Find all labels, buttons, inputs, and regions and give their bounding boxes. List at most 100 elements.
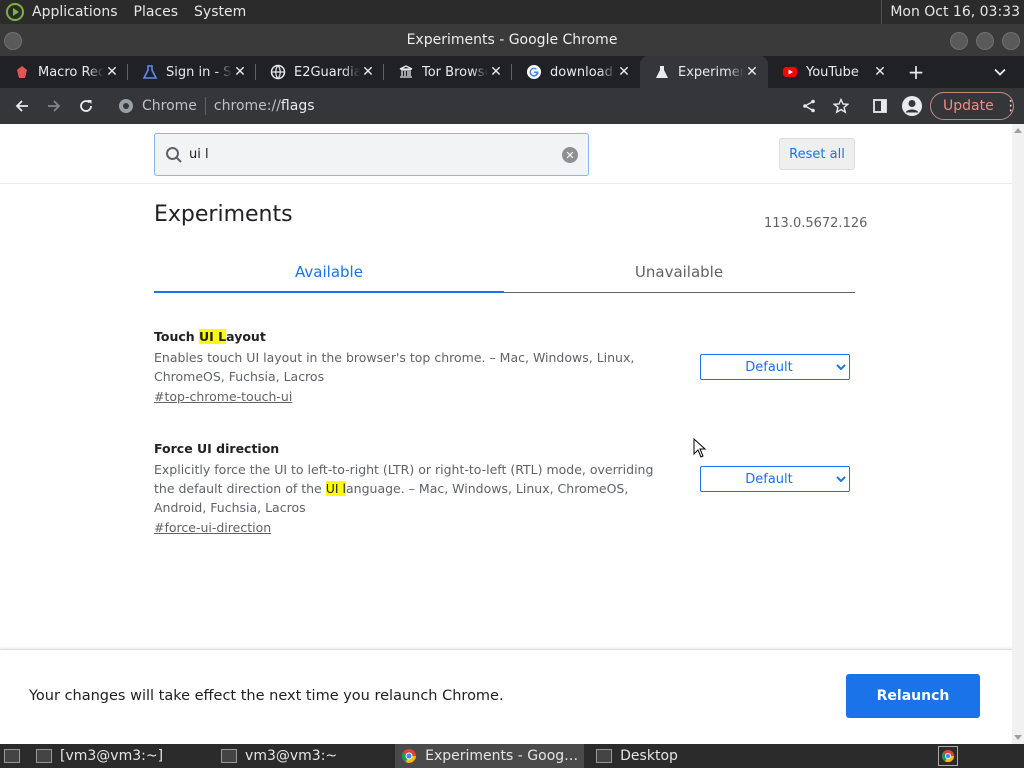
tab-experiments[interactable]: Experiments ✕: [640, 56, 768, 88]
scroll-down-arrow-icon[interactable]: [1014, 735, 1022, 740]
taskbar-item-desktop[interactable]: Desktop: [590, 744, 684, 768]
tab-title: Experiments: [678, 64, 744, 80]
tab-e2guardian[interactable]: E2Guardian ✕: [256, 56, 384, 88]
bottom-taskbar: [vm3@vm3:~] vm3@vm3:~ Experiments - Goog…: [0, 744, 1024, 768]
tab-close-icon[interactable]: ✕: [360, 64, 376, 80]
tab-unavailable[interactable]: Unavailable: [504, 252, 854, 292]
system-top-panel: Applications Places System Mon Oct 16, 0…: [0, 0, 1024, 24]
macro-icon: [14, 64, 30, 80]
flags-tabs: Available Unavailable: [154, 252, 855, 293]
search-icon: [166, 146, 182, 163]
tab-title: download: [550, 64, 613, 80]
mouse-cursor-icon: [693, 438, 707, 458]
new-tab-plus-icon[interactable]: +: [902, 58, 930, 86]
menu-system[interactable]: System: [186, 0, 254, 24]
browser-toolbar: Chrome chrome://flags Update ⋮: [0, 88, 1024, 124]
tab-sign-in[interactable]: Sign in - Se ✕: [128, 56, 256, 88]
site-info-chip[interactable]: Chrome: [110, 97, 206, 115]
search-match-highlight: UI L: [199, 329, 227, 344]
tab-download[interactable]: download ✕: [512, 56, 640, 88]
tab-close-icon[interactable]: ✕: [744, 64, 760, 80]
chrome-icon: [941, 749, 955, 763]
site-label: Chrome: [142, 98, 197, 114]
flag-permalink[interactable]: #top-chrome-touch-ui: [154, 389, 292, 404]
clock[interactable]: Mon Oct 16, 03:33: [881, 0, 1024, 24]
chevron-down-icon[interactable]: [990, 62, 1010, 82]
relaunch-button[interactable]: Relaunch: [846, 674, 980, 718]
search-input[interactable]: [189, 147, 549, 162]
reload-icon[interactable]: [70, 90, 102, 122]
tab-close-icon[interactable]: ✕: [104, 64, 120, 80]
tab-close-icon[interactable]: ✕: [488, 64, 504, 80]
update-button[interactable]: Update ⋮: [930, 92, 1018, 120]
taskbar-item-label: [vm3@vm3:~]: [60, 748, 164, 764]
tab-title: E2Guardian: [294, 64, 360, 80]
page-scrollbar[interactable]: [1012, 124, 1024, 744]
flag-permalink[interactable]: #force-ui-direction: [154, 520, 271, 535]
flags-search-box[interactable]: ✕: [154, 133, 589, 176]
profile-avatar-icon[interactable]: [896, 90, 928, 122]
relaunch-message: Your changes will take effect the next t…: [29, 688, 504, 704]
tab-title: Sign in - Se: [166, 64, 232, 80]
desktop-icon: [4, 749, 20, 763]
flag-state-select[interactable]: Default: [700, 466, 850, 492]
tor-icon: [398, 64, 414, 80]
url-prefix: chrome://: [213, 98, 281, 114]
tab-youtube[interactable]: YouTube ✕: [768, 56, 896, 88]
chrome-icon: [119, 99, 133, 113]
clear-search-icon[interactable]: ✕: [562, 147, 578, 163]
google-icon: [526, 64, 542, 80]
tab-title: Macro Recorder: [38, 64, 104, 80]
tab-close-icon[interactable]: ✕: [872, 64, 888, 80]
forward-arrow-icon[interactable]: [38, 90, 70, 122]
taskbar-item-label: Experiments - Goog…: [425, 748, 579, 764]
maximize-button[interactable]: [976, 32, 994, 50]
flag-name-text: ayout: [226, 329, 266, 344]
tab-available[interactable]: Available: [154, 252, 504, 293]
menu-places[interactable]: Places: [126, 0, 187, 24]
flag-description: Enables touch UI layout in the browser's…: [154, 350, 635, 384]
url-text: chrome://flags: [214, 98, 315, 114]
tab-title: Tor Browser: [422, 64, 488, 80]
share-icon[interactable]: [793, 90, 825, 122]
taskbar-item-terminal-2[interactable]: vm3@vm3:~: [215, 744, 343, 768]
terminal-icon: [221, 749, 238, 763]
distro-logo-icon[interactable]: [6, 3, 24, 21]
tab-tor-browser[interactable]: Tor Browser ✕: [384, 56, 512, 88]
chrome-icon: [402, 749, 417, 763]
flag-description: Explicitly force the UI to left-to-right…: [154, 460, 674, 517]
menu-applications[interactable]: Applications: [24, 0, 126, 24]
window-menu-icon[interactable]: [4, 32, 22, 50]
terminal-icon: [36, 749, 52, 763]
taskbar-item-chrome[interactable]: Experiments - Goog…: [395, 744, 585, 768]
close-window-button[interactable]: [1002, 32, 1020, 50]
taskbar-item-label: Desktop: [620, 748, 678, 764]
window-title: Experiments - Google Chrome: [406, 32, 618, 48]
flag-state-select[interactable]: Default: [700, 354, 850, 380]
search-match-highlight: UI l: [325, 481, 347, 496]
scroll-up-arrow-icon[interactable]: [1014, 128, 1022, 133]
side-panel-icon[interactable]: [864, 90, 896, 122]
reset-all-button[interactable]: Reset all: [779, 138, 855, 170]
relaunch-footer: Your changes will take effect the next t…: [0, 649, 1012, 744]
bookmark-star-icon[interactable]: [825, 90, 857, 122]
back-arrow-icon[interactable]: [6, 90, 38, 122]
tab-macro-recorder[interactable]: Macro Recorder ✕: [0, 56, 128, 88]
tray-chrome-icon[interactable]: [938, 746, 958, 766]
flag-name: Touch UI Layout: [154, 329, 855, 344]
flag-item-touch-ui-layout: Touch UI Layout Enables touch UI layout …: [154, 329, 855, 405]
minimize-button[interactable]: [950, 32, 968, 50]
update-label: Update: [943, 98, 994, 114]
tab-close-icon[interactable]: ✕: [232, 64, 248, 80]
taskbar-item-label: vm3@vm3:~: [245, 748, 338, 764]
flask-icon: [654, 64, 670, 80]
show-desktop-button[interactable]: [0, 744, 24, 768]
tab-strip: Macro Recorder ✕ Sign in - Se ✕ E2Guardi…: [0, 56, 1024, 88]
page-title: Experiments: [154, 202, 293, 227]
more-menu-icon[interactable]: ⋮: [1004, 98, 1018, 114]
flag-name: Force UI direction: [154, 441, 280, 456]
tab-close-icon[interactable]: ✕: [616, 64, 632, 80]
taskbar-item-terminal-1[interactable]: [vm3@vm3:~]: [30, 744, 169, 768]
address-bar[interactable]: Chrome chrome://flags: [110, 90, 910, 122]
window-title-bar[interactable]: Experiments - Google Chrome: [0, 24, 1024, 56]
